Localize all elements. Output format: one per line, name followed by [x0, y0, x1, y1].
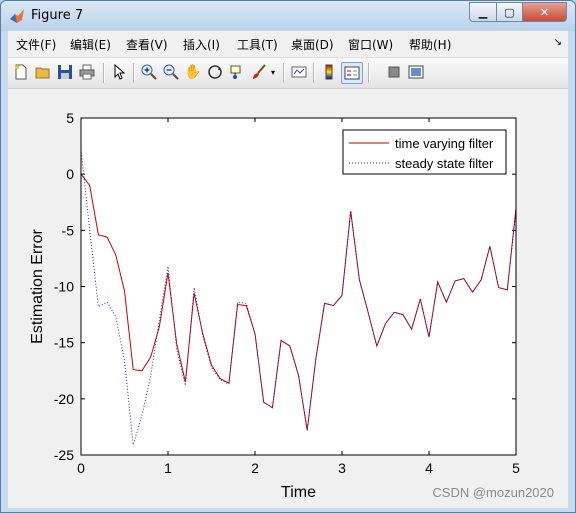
maximize-button[interactable]: ▢	[497, 2, 523, 22]
watermark: CSDN @mozun2020	[432, 485, 554, 500]
colorbar-icon[interactable]	[319, 62, 339, 82]
minimize-button[interactable]: ▁	[469, 2, 497, 22]
y-tick-label: -5	[62, 222, 75, 238]
matlab-icon	[10, 9, 24, 23]
title-bar[interactable]: Figure 7 ▁ ▢ ✕	[1, 1, 575, 31]
y-tick-label: -25	[54, 447, 74, 463]
x-tick-label: 3	[338, 460, 346, 476]
brush-icon[interactable]	[249, 62, 269, 82]
zoom-out-icon[interactable]	[161, 62, 181, 82]
menu-view[interactable]: 查看(V)	[126, 36, 168, 53]
new-figure-icon[interactable]	[11, 62, 31, 82]
menu-tools[interactable]: 工具(T)	[237, 36, 278, 53]
data-cursor-icon[interactable]	[227, 62, 247, 82]
x-axis-label: Time	[281, 484, 316, 501]
print-icon[interactable]	[77, 62, 97, 82]
rotate-3d-icon[interactable]	[205, 62, 225, 82]
x-tick-label: 0	[77, 460, 85, 476]
x-tick-label: 2	[251, 460, 259, 476]
hide-plot-tools-icon[interactable]	[384, 62, 404, 82]
toolbar: ✋ ▾	[8, 58, 568, 89]
window-controls: ▁ ▢ ✕	[469, 2, 567, 22]
legend-icon[interactable]	[341, 62, 363, 84]
show-plot-tools-icon[interactable]	[406, 62, 426, 82]
y-tick-label: 0	[66, 166, 74, 182]
edit-plot-arrow-icon[interactable]	[109, 62, 129, 82]
close-button[interactable]: ✕	[523, 2, 567, 22]
y-tick-label: 5	[66, 110, 74, 126]
pan-hand-icon[interactable]: ✋	[183, 62, 203, 82]
figure-window: Figure 7 ▁ ▢ ✕ 文件(F) 编辑(E) 查看(V) 插入(I) 工…	[0, 0, 576, 513]
y-tick-label: -10	[54, 279, 74, 295]
x-tick-label: 5	[512, 460, 520, 476]
y-tick-label: -15	[54, 335, 74, 351]
y-tick-label: -20	[54, 391, 74, 407]
x-tick-label: 1	[164, 460, 172, 476]
line-chart[interactable]: 0 1 2 3 4 5 5 0 -5 -10 -15 -20 -25 Time Estimation Err…	[8, 89, 568, 508]
figure-canvas: 0 1 2 3 4 5 5 0 -5 -10 -15 -20 -25 Time Estimation Err…	[8, 89, 568, 508]
legend-label-1: steady state filter	[395, 156, 494, 171]
menu-file[interactable]: 文件(F)	[16, 36, 56, 53]
legend-label-0: time varying filter	[395, 136, 494, 151]
brush-dropdown-icon[interactable]: ▾	[268, 62, 278, 82]
menu-edit[interactable]: 编辑(E)	[70, 36, 111, 53]
client-area: 文件(F) 编辑(E) 查看(V) 插入(I) 工具(T) 桌面(D) 窗口(W…	[8, 31, 568, 508]
zoom-in-icon[interactable]	[139, 62, 159, 82]
menu-insert[interactable]: 插入(I)	[183, 36, 220, 53]
menu-help[interactable]: 帮助(H)	[409, 36, 451, 53]
open-file-icon[interactable]	[33, 62, 53, 82]
window-title: Figure 7	[31, 8, 84, 23]
menu-dock-arrow-icon[interactable]: ↘	[554, 37, 562, 48]
menu-bar: 文件(F) 编辑(E) 查看(V) 插入(I) 工具(T) 桌面(D) 窗口(W…	[8, 31, 568, 58]
menu-window[interactable]: 窗口(W)	[348, 36, 393, 53]
menu-desktop[interactable]: 桌面(D)	[291, 36, 334, 53]
link-plot-icon[interactable]	[289, 62, 309, 82]
y-axis-label: Estimation Error	[29, 228, 46, 343]
x-tick-label: 4	[425, 460, 433, 476]
save-icon[interactable]	[55, 62, 75, 82]
